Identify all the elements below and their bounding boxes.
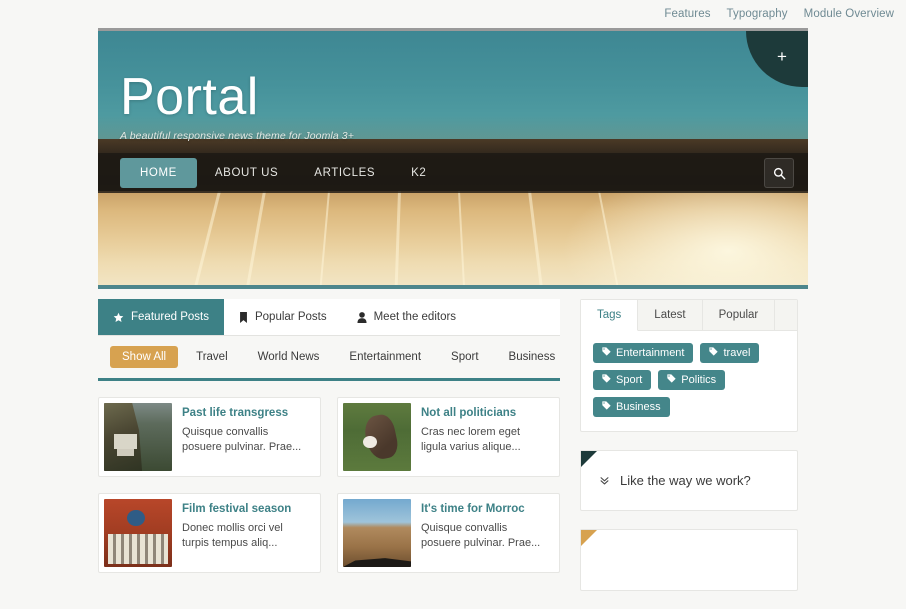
filter-entertainment[interactable]: Entertainment [337,346,433,368]
tag-icon [667,374,676,386]
article-title[interactable]: Not all politicians [421,407,548,421]
filter-business[interactable]: Business [497,346,568,368]
callout-heading-row[interactable]: Like the way we work? [581,451,797,510]
hero-tire-track [598,191,620,289]
tag-politics-label: Politics [681,374,717,386]
filter-world-news[interactable]: World News [246,346,332,368]
sidebar: Tags Latest Popular Entertainment travel… [580,299,798,609]
article-thumbnail [343,403,411,471]
hero-tire-track [458,191,466,289]
hero-desert-ground [98,191,808,289]
article-thumbnail [104,499,172,567]
search-icon[interactable] [764,158,794,188]
filter-show-all[interactable]: Show All [110,346,179,368]
tab-meet-the-editors[interactable]: Meet the editors [342,299,471,335]
tag-entertainment-label: Entertainment [616,347,685,359]
tag-travel[interactable]: travel [700,343,760,363]
tag-entertainment[interactable]: Entertainment [593,343,694,363]
nav-item-k2[interactable]: K2 [393,158,444,188]
hero-tire-track [245,191,266,289]
tab-popular[interactable]: Popular [703,300,776,330]
article-card[interactable]: Film festival season Donec mollis orci v… [98,493,321,573]
hero-tire-track [193,191,221,289]
article-title[interactable]: Past life transgress [182,407,309,421]
tags-module-tabs: Tags Latest Popular [581,300,797,331]
hero-tire-track [528,191,544,289]
tab-latest[interactable]: Latest [638,300,703,330]
article-excerpt: Quisque convallis posuere pulvinar. Prae… [182,425,302,453]
tag-politics[interactable]: Politics [658,370,726,390]
article-title[interactable]: It's time for Morroc [421,503,548,517]
topbar-link-features[interactable]: Features [664,8,710,20]
filter-travel[interactable]: Travel [184,346,240,368]
callout-module: Like the way we work? [580,450,798,511]
tag-icon [709,347,719,359]
corner-ribbon-icon [581,451,597,467]
tab-popular-posts-label: Popular Posts [254,311,327,323]
article-card-grid: Past life transgress Quisque convallis p… [98,381,560,573]
top-utility-bar: Features Typography Module Overview [0,0,906,28]
site-tagline: A beautiful responsive news theme for Jo… [120,130,354,143]
tag-icon [602,401,611,413]
site-brand: Portal A beautiful responsive news theme… [120,68,354,143]
nav-item-about-us[interactable]: ABOUT US [197,158,296,188]
tag-business-label: Business [616,401,661,413]
article-card-body: Not all politicians Cras nec lorem eget … [411,403,554,471]
article-thumbnail [343,499,411,567]
article-excerpt: Donec mollis orci vel turpis tempus aliq… [182,521,283,549]
article-card-body: It's time for Morroc Quisque convallis p… [411,499,554,567]
tab-tags[interactable]: Tags [581,300,639,331]
filter-sport[interactable]: Sport [439,346,491,368]
article-card-body: Film festival season Donec mollis orci v… [172,499,315,567]
tab-meet-the-editors-label: Meet the editors [373,311,457,323]
topbar-link-typography[interactable]: Typography [727,8,788,20]
nav-items: HOME ABOUT US ARTICLES K2 [98,153,444,193]
article-card-body: Past life transgress Quisque convallis p… [172,403,315,471]
tag-business[interactable]: Business [593,397,670,417]
callout-heading-label: Like the way we work? [620,473,751,488]
tab-featured-posts[interactable]: Featured Posts [98,299,224,335]
nav-item-articles[interactable]: ARTICLES [296,158,393,188]
topbar-link-module-overview[interactable]: Module Overview [804,8,894,20]
hero-tire-track [319,191,330,289]
article-thumbnail [104,403,172,471]
bookmark-icon [239,311,248,323]
star-icon [113,312,124,323]
article-card[interactable]: Past life transgress Quisque convallis p… [98,397,321,477]
tag-cloud: Entertainment travel Sport Politics Busi… [581,331,797,431]
site-title: Portal [120,68,259,126]
tag-icon [602,374,611,386]
category-filters: Show All Travel World News Entertainment… [98,336,560,381]
tag-icon [602,347,611,359]
tag-sport[interactable]: Sport [593,370,652,390]
hero-banner: Portal A beautiful responsive news theme… [98,28,808,289]
article-excerpt: Cras nec lorem eget ligula varius alique… [421,425,521,453]
chevron-double-down-icon [599,475,610,486]
tag-travel-label: travel [723,347,751,359]
article-card[interactable]: It's time for Morroc Quisque convallis p… [337,493,560,573]
nav-item-home[interactable]: HOME [120,158,197,188]
tags-module: Tags Latest Popular Entertainment travel… [580,299,798,432]
content-area: Featured Posts Popular Posts Meet the ed… [98,289,808,609]
partial-module [580,529,798,591]
tag-sport-label: Sport [616,374,643,386]
page-shell: Portal A beautiful responsive news theme… [98,28,808,609]
article-card[interactable]: Not all politicians Cras nec lorem eget … [337,397,560,477]
main-navigation: HOME ABOUT US ARTICLES K2 [98,153,808,193]
main-column: Featured Posts Popular Posts Meet the ed… [98,299,560,609]
user-icon [357,311,367,323]
tab-popular-posts[interactable]: Popular Posts [224,299,342,335]
tab-featured-posts-label: Featured Posts [131,311,209,323]
article-excerpt: Quisque convallis posuere pulvinar. Prae… [421,521,541,549]
content-tabs: Featured Posts Popular Posts Meet the ed… [98,299,560,336]
article-title[interactable]: Film festival season [182,503,309,517]
hero-bottom-accent-line [98,285,808,289]
hero-tire-track [394,191,401,289]
corner-ribbon-icon [581,530,597,546]
